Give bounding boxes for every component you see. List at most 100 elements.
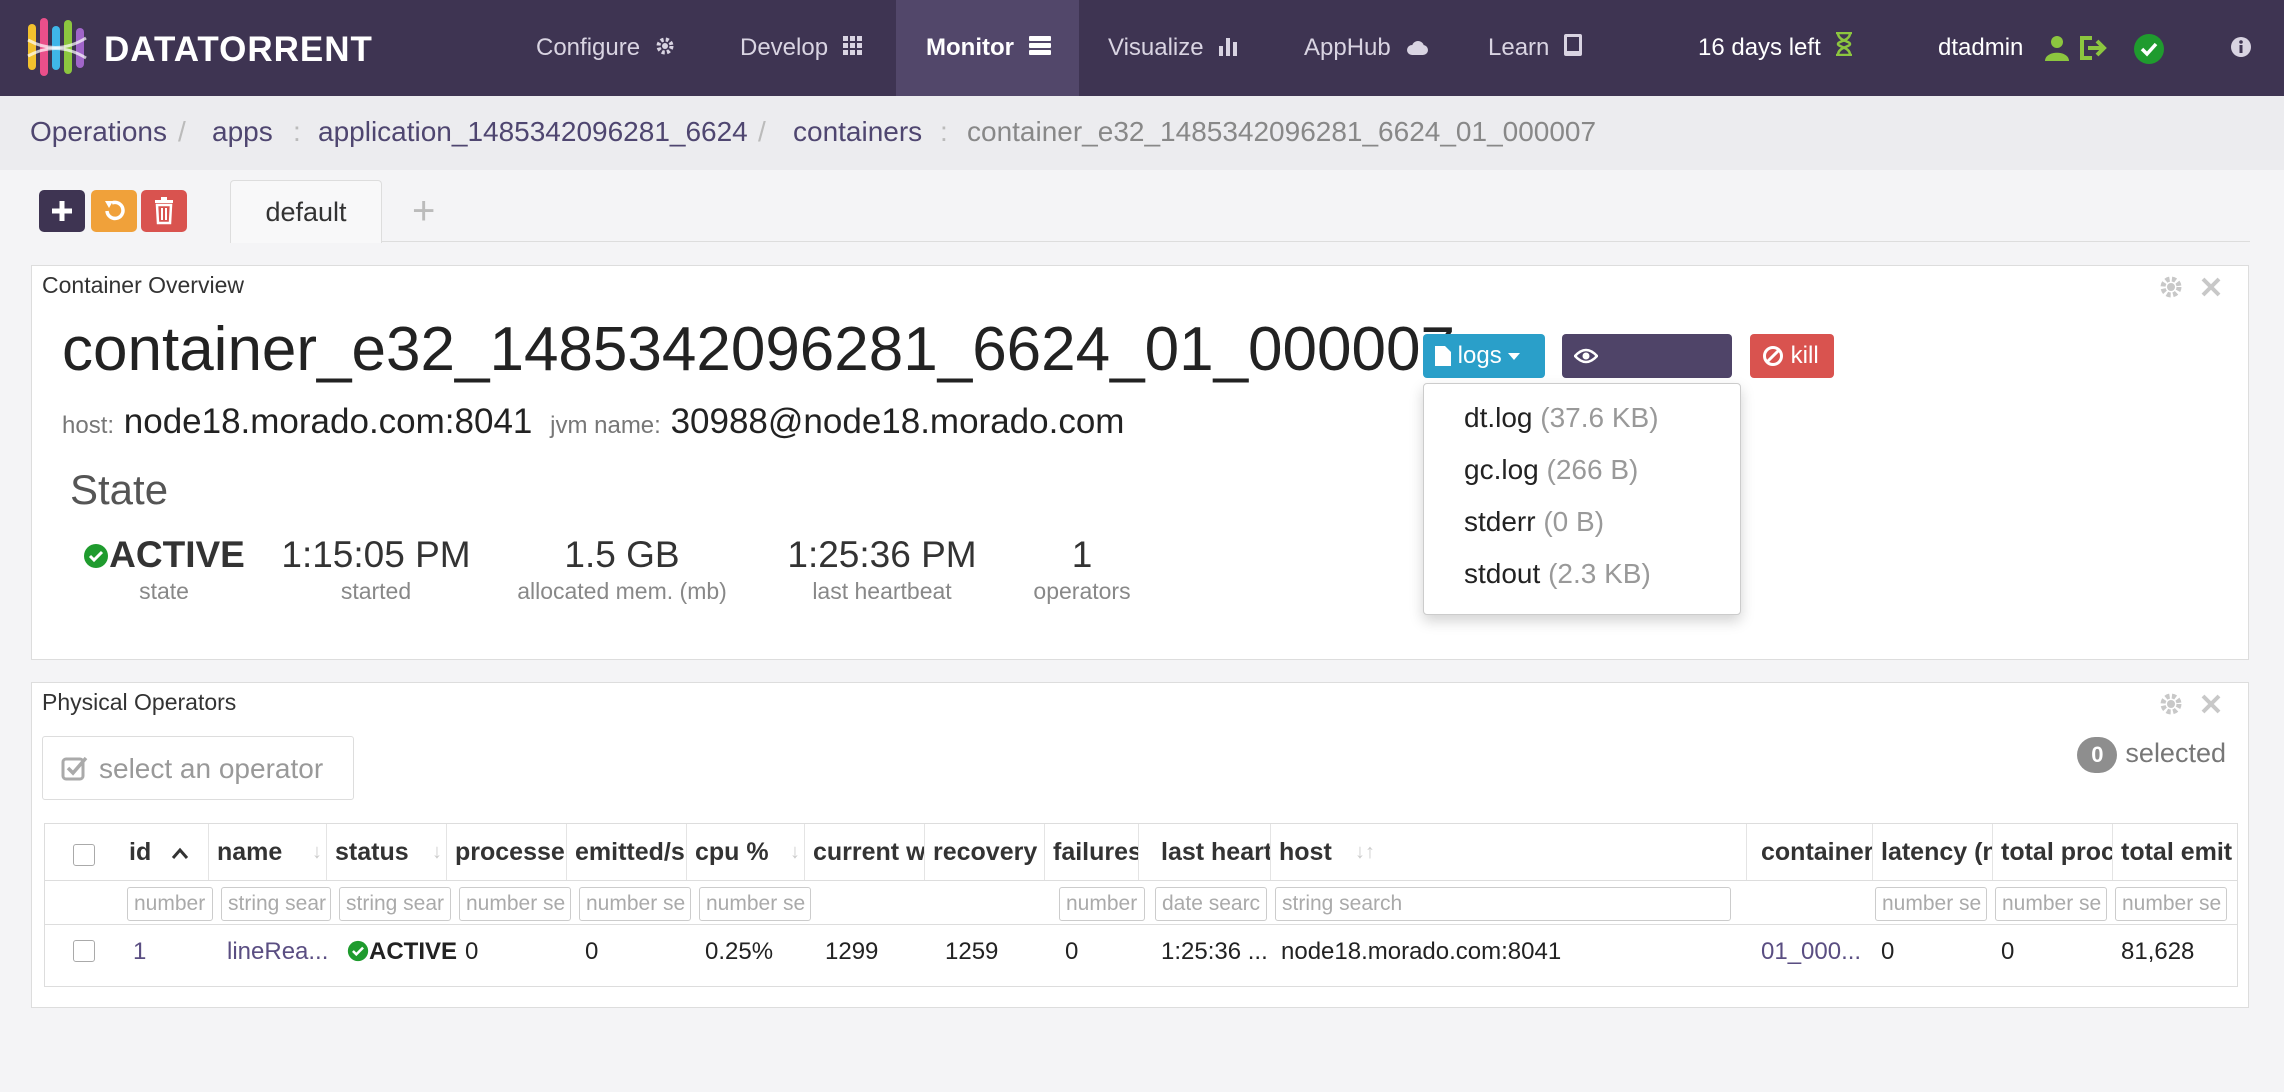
add-widget-button[interactable] bbox=[39, 190, 85, 232]
log-item-stderr[interactable]: stderr (0 B) bbox=[1464, 506, 1604, 538]
column-header-total-emitted[interactable]: total emit bbox=[2113, 824, 2237, 880]
column-header-recovery-window[interactable]: recovery w bbox=[925, 824, 1045, 880]
info-icon[interactable] bbox=[2230, 36, 2252, 63]
log-item-stdout[interactable]: stdout (2.3 KB) bbox=[1464, 558, 1651, 590]
column-header-emitted[interactable]: emitted/s bbox=[567, 824, 687, 880]
kill-button[interactable]: kill bbox=[1750, 334, 1834, 378]
state-heading: State bbox=[70, 466, 169, 513]
filter-host[interactable]: string search bbox=[1275, 887, 1731, 921]
column-header-last-heartbeat[interactable]: last heart bbox=[1153, 824, 1271, 880]
stat-allocated-memory-label: allocated mem. (mb) bbox=[517, 578, 727, 604]
column-header-id[interactable]: id bbox=[121, 824, 209, 880]
breadcrumb-operations[interactable]: Operations bbox=[30, 116, 167, 148]
breadcrumb-separator: : bbox=[293, 116, 301, 147]
cell-host: node18.morado.com:8041 bbox=[1281, 938, 1562, 965]
log-item-dt-log[interactable]: dt.log (37.6 KB) bbox=[1464, 402, 1659, 434]
filter-cpu[interactable]: number se bbox=[699, 887, 811, 921]
cell-status: ACTIVE bbox=[347, 932, 457, 972]
nav-visualize[interactable]: Visualize bbox=[1094, 0, 1248, 96]
sort-icon: ↓↑ bbox=[1355, 841, 1375, 863]
panel-controls bbox=[2158, 274, 2224, 305]
trial-status[interactable]: 16 days left bbox=[1698, 0, 1853, 96]
tab-default[interactable]: default bbox=[230, 180, 382, 243]
table-divider bbox=[45, 924, 2237, 925]
select-operator-button[interactable]: select an operator bbox=[42, 736, 354, 800]
nav-label: Configure bbox=[536, 34, 641, 61]
column-header-total-processed[interactable]: total proc bbox=[1993, 824, 2113, 880]
column-header-latency[interactable]: latency (n bbox=[1873, 824, 1993, 880]
brand-name[interactable]: DATATORRENT bbox=[104, 30, 373, 70]
sort-ascending-icon bbox=[171, 847, 189, 859]
stacktrace-button[interactable]: stackTrace bbox=[1562, 334, 1732, 413]
host-label: host: bbox=[62, 412, 115, 439]
stat-allocated-memory: 1.5 GB allocated mem. (mb) bbox=[492, 534, 752, 605]
row-checkbox[interactable] bbox=[73, 940, 95, 962]
logout-icon[interactable] bbox=[2078, 35, 2108, 66]
nav-develop[interactable]: Develop bbox=[724, 0, 880, 96]
filter-total-emitted[interactable]: number se bbox=[2115, 887, 2227, 921]
username[interactable]: dtadmin bbox=[1938, 0, 2023, 96]
filter-status[interactable]: string sear bbox=[339, 887, 451, 921]
datatorrent-logo-icon[interactable] bbox=[26, 16, 88, 78]
log-item-gc-log[interactable]: gc.log (266 B) bbox=[1464, 454, 1638, 486]
filter-latency[interactable]: number se bbox=[1875, 887, 1987, 921]
column-header-current-window[interactable]: current w bbox=[805, 824, 925, 880]
cell-cpu: 0.25% bbox=[705, 938, 774, 965]
user-icon[interactable] bbox=[2045, 35, 2069, 66]
nav-label: AppHub bbox=[1304, 34, 1391, 61]
nav-learn[interactable]: Learn bbox=[1474, 0, 1628, 96]
select-all-checkbox[interactable] bbox=[73, 844, 95, 866]
close-icon[interactable] bbox=[2198, 691, 2224, 717]
sort-icon: ↓ bbox=[432, 841, 442, 863]
logs-dropdown-menu: dt.log (37.6 KB) gc.log (266 B) stderr (… bbox=[1423, 383, 1741, 615]
breadcrumb-application[interactable]: application_1485342096281_6624 bbox=[318, 116, 748, 148]
column-header-name[interactable]: name ↓ bbox=[209, 824, 327, 880]
filter-last-heartbeat[interactable]: date searc bbox=[1155, 887, 1267, 921]
nav-configure[interactable]: Configure bbox=[520, 0, 676, 96]
log-size: (2.3 KB) bbox=[1548, 558, 1651, 589]
filter-total-processed[interactable]: number se bbox=[1995, 887, 2107, 921]
settings-gear-icon[interactable] bbox=[2158, 691, 2184, 717]
trial-days-left: 16 days left bbox=[1698, 34, 1821, 61]
delete-dashboard-button[interactable] bbox=[141, 190, 187, 232]
checkbox-checked-icon bbox=[61, 756, 88, 781]
cell-name[interactable]: lineRea... bbox=[227, 932, 331, 972]
panel-controls bbox=[2158, 691, 2224, 722]
cluster-ok-icon[interactable] bbox=[2134, 34, 2164, 64]
host-info: host: node18.morado.com:8041 jvm name: 3… bbox=[62, 402, 1124, 442]
cell-id[interactable]: 1 bbox=[133, 932, 193, 972]
plus-icon bbox=[52, 201, 72, 221]
column-header-status[interactable]: status ↓ bbox=[327, 824, 447, 880]
cell-container[interactable]: 01_000... bbox=[1761, 932, 1869, 972]
select-operator-label: select an operator bbox=[99, 753, 324, 784]
stat-state-value: ACTIVE bbox=[74, 534, 254, 576]
column-header-cpu[interactable]: cpu % ↓ bbox=[687, 824, 805, 880]
jvm-name-value: 30988@node18.morado.com bbox=[670, 402, 1125, 441]
settings-gear-icon[interactable] bbox=[2158, 274, 2184, 300]
stat-last-heartbeat-label: last heartbeat bbox=[812, 578, 952, 604]
stat-operators-label: operators bbox=[1033, 578, 1131, 604]
breadcrumb-apps[interactable]: apps bbox=[212, 116, 273, 148]
nav-label: Monitor bbox=[926, 34, 1014, 61]
breadcrumb-current-container: container_e32_1485342096281_6624_01_0000… bbox=[967, 116, 1597, 147]
filter-failures[interactable]: number bbox=[1059, 887, 1145, 921]
logs-dropdown-button[interactable]: logs bbox=[1423, 334, 1545, 378]
filter-processed[interactable]: number se bbox=[459, 887, 571, 921]
column-header-failures[interactable]: failures bbox=[1045, 824, 1139, 880]
cell-total-emitted: 81,628 bbox=[2121, 938, 2195, 965]
add-tab-button[interactable]: + bbox=[412, 188, 442, 234]
filter-name[interactable]: string sear bbox=[221, 887, 331, 921]
filter-emitted[interactable]: number se bbox=[579, 887, 691, 921]
breadcrumb-containers[interactable]: containers bbox=[793, 116, 922, 148]
filter-id[interactable]: number bbox=[127, 887, 213, 921]
column-header-container[interactable]: container bbox=[1753, 824, 1873, 880]
nav-monitor[interactable]: Monitor bbox=[896, 0, 1079, 96]
nav-apphub[interactable]: AppHub bbox=[1290, 0, 1444, 96]
column-header-processed[interactable]: processe bbox=[447, 824, 567, 880]
stat-operators-value: 1 bbox=[1071, 534, 1093, 575]
reset-layout-button[interactable] bbox=[91, 190, 137, 232]
column-header-host[interactable]: host ↓↑ bbox=[1271, 824, 1747, 880]
close-icon[interactable] bbox=[2198, 274, 2224, 300]
physical-operators-panel: Physical Operators select an operator 0s… bbox=[31, 682, 2249, 1008]
log-name: stderr bbox=[1464, 506, 1536, 537]
